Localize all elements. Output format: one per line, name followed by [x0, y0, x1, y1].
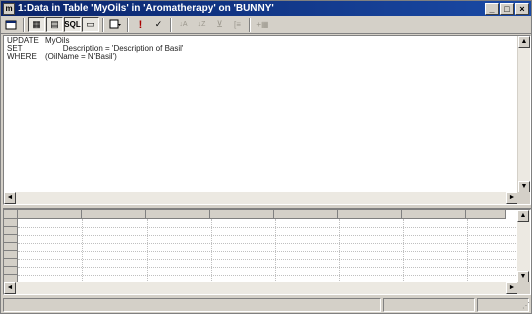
column-divider [275, 219, 276, 281]
table-row[interactable] [18, 267, 518, 276]
row-selector[interactable] [4, 251, 18, 259]
status-panel [383, 298, 475, 312]
minimize-button[interactable]: _ [485, 2, 499, 15]
diagram-icon: ▦ [32, 19, 41, 29]
grid-column-header[interactable] [338, 210, 402, 219]
toolbar-separator [127, 17, 129, 32]
grid-column-header[interactable] [210, 210, 274, 219]
column-divider [403, 219, 404, 281]
size-grip-icon[interactable]: ⋰ [518, 300, 530, 312]
scroll-left-icon[interactable]: ◄ [4, 282, 16, 294]
show-results-pane-button[interactable]: ▭ [82, 17, 99, 32]
verify-icon: ✓ [154, 19, 163, 29]
column-divider [147, 219, 148, 281]
status-bar: ⋰ [1, 297, 531, 313]
grid-header-row [4, 210, 506, 219]
scroll-left-icon[interactable]: ◄ [4, 192, 16, 204]
app-icon[interactable]: m [3, 2, 15, 15]
run-icon: ! [138, 18, 143, 31]
maximize-button[interactable]: □ [500, 2, 514, 15]
row-selector[interactable] [4, 243, 18, 251]
results-grid-pane[interactable]: ▲ ▼ ◄ ► [3, 209, 531, 295]
query-type-icon [109, 19, 121, 29]
sql-horizontal-scrollbar[interactable]: ◄ ► [4, 192, 518, 204]
sql-editor[interactable]: UPDATE MyOils SET Description = 'Descript… [7, 37, 183, 61]
toolbar-separator [170, 17, 172, 32]
sql-keyword: WHERE [7, 52, 37, 61]
grid-corner-cell[interactable] [4, 210, 18, 219]
sort-ascending-button[interactable]: ↓A [175, 17, 192, 32]
row-selector[interactable] [4, 235, 18, 243]
scrollbar-corner [517, 192, 530, 204]
grid-column-header[interactable] [146, 210, 210, 219]
query-window: m 1:Data in Table 'MyOils' in 'Aromather… [0, 0, 532, 314]
grid-column-header[interactable] [466, 210, 506, 219]
toolbar: ▦ ▤ SQL ▭ ! ✓ ↓A ↓Z ⊻ [≡ +▦ [1, 16, 531, 34]
sql-pane[interactable]: UPDATE MyOils SET Description = 'Descript… [3, 35, 531, 205]
row-selector[interactable] [4, 259, 18, 267]
column-divider [467, 219, 468, 281]
scrollbar-corner [517, 282, 530, 294]
change-query-type-button[interactable] [107, 17, 124, 32]
run-button[interactable]: ! [132, 17, 149, 32]
show-sql-pane-button[interactable]: SQL [64, 17, 81, 32]
scroll-up-icon[interactable]: ▲ [517, 210, 529, 222]
sql-line: WHERE (OilName = N'Basil') [7, 53, 183, 61]
toolbar-separator [23, 17, 25, 32]
grid-horizontal-scrollbar[interactable]: ◄ ► [4, 282, 518, 294]
remove-filter-button[interactable]: ⊻ [211, 17, 228, 32]
sort-ascending-icon: ↓A [179, 21, 188, 28]
verify-sql-button[interactable]: ✓ [150, 17, 167, 32]
sort-descending-button[interactable]: ↓Z [193, 17, 210, 32]
properties-icon [5, 20, 17, 30]
group-by-button[interactable]: [≡ [229, 17, 246, 32]
column-divider [339, 219, 340, 281]
grid-column-header[interactable] [402, 210, 466, 219]
sql-pane-label: SQL [64, 20, 81, 29]
results-icon: ▭ [86, 19, 95, 29]
grid-column-header[interactable] [18, 210, 82, 219]
group-by-icon: [≡ [234, 20, 241, 29]
row-selector[interactable] [4, 267, 18, 275]
properties-button[interactable] [3, 17, 20, 32]
window-controls: _ □ × [485, 2, 529, 15]
add-table-button[interactable]: +▦ [254, 17, 271, 32]
toolbar-separator [249, 17, 251, 32]
column-divider [82, 219, 83, 281]
show-grid-pane-button[interactable]: ▤ [46, 17, 63, 32]
close-button[interactable]: × [515, 2, 529, 15]
toolbar-separator [102, 17, 104, 32]
row-selector[interactable] [4, 227, 18, 235]
grid-vertical-scrollbar[interactable]: ▲ ▼ [517, 210, 530, 283]
sort-descending-icon: ↓Z [197, 21, 206, 28]
add-table-icon: +▦ [256, 20, 269, 29]
window-title: 1:Data in Table 'MyOils' in 'Aromatherap… [18, 3, 274, 14]
status-panel-main [3, 298, 381, 312]
remove-filter-icon: ⊻ [216, 19, 223, 29]
show-diagram-pane-button[interactable]: ▦ [28, 17, 45, 32]
scroll-up-icon[interactable]: ▲ [518, 36, 530, 48]
row-selector[interactable] [4, 219, 18, 227]
grid-column-header[interactable] [274, 210, 338, 219]
title-bar[interactable]: m 1:Data in Table 'MyOils' in 'Aromather… [1, 1, 531, 16]
grid-icon: ▤ [50, 19, 59, 29]
sql-text: (OilName = N'Basil') [45, 52, 117, 61]
sql-vertical-scrollbar[interactable]: ▲ ▼ [517, 36, 530, 193]
column-divider [211, 219, 212, 281]
grid-column-header[interactable] [82, 210, 146, 219]
